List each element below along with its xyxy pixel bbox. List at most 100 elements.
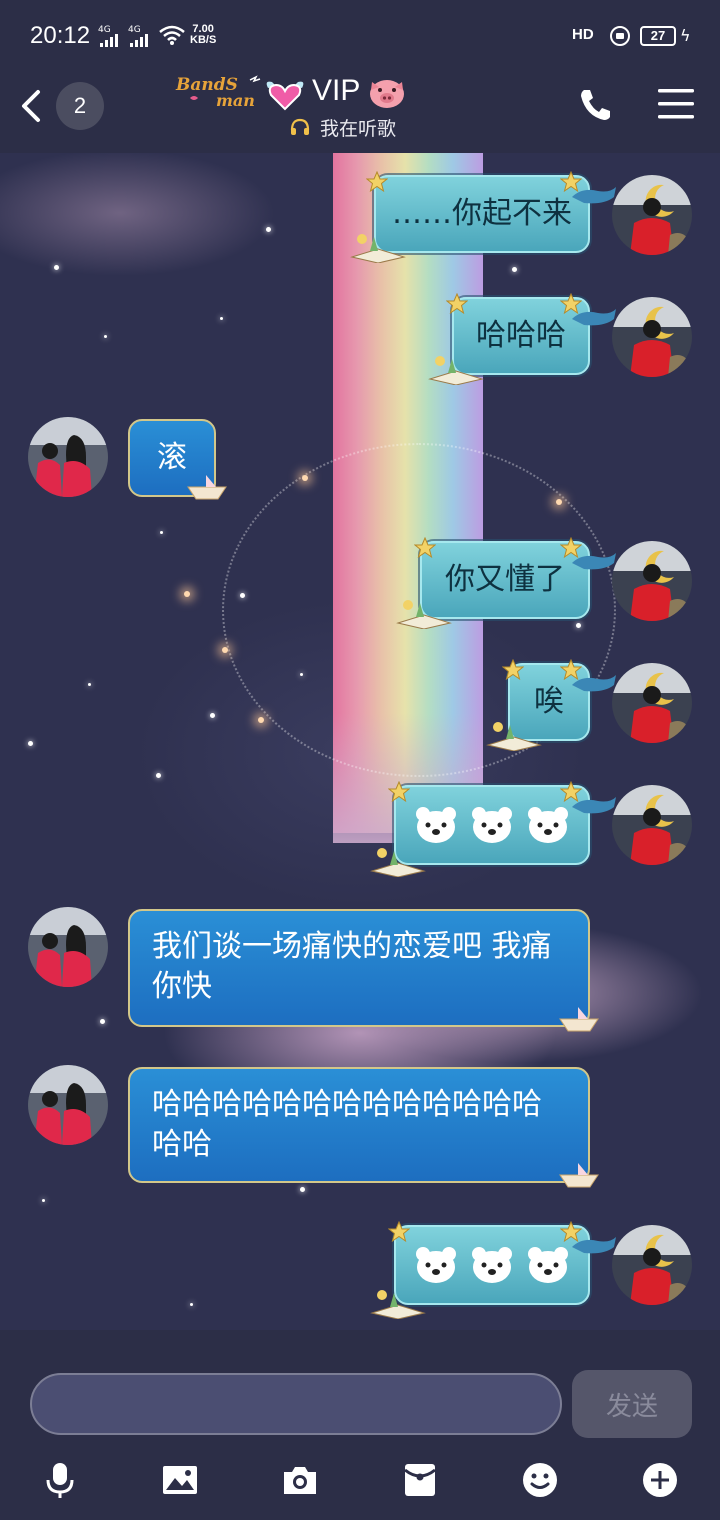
charging-icon: ϟ (680, 26, 691, 45)
star (190, 1303, 193, 1306)
svg-text:man: man (216, 91, 255, 110)
star (104, 335, 107, 338)
my-avatar[interactable] (612, 175, 692, 255)
phone-icon[interactable] (576, 84, 616, 124)
star-decoration-icon (446, 293, 468, 315)
glowing-star (258, 717, 264, 723)
book-decoration-icon (370, 1290, 426, 1319)
paper-boat-decoration-icon (559, 1007, 599, 1032)
chevron-left-icon[interactable] (14, 86, 54, 126)
polar-bear-face-icon (472, 1247, 512, 1283)
red-packet-icon[interactable] (400, 1460, 440, 1500)
avatar-photo (612, 1225, 692, 1305)
glowing-star (222, 647, 228, 653)
send-button[interactable]: 发送 (572, 1370, 692, 1438)
brand-logo: BandS man (175, 75, 261, 110)
message-text-8: 哈哈哈哈哈哈哈哈哈哈哈哈哈哈哈 (152, 1087, 542, 1162)
glowing-star (556, 499, 562, 505)
contact-avatar[interactable] (28, 417, 108, 497)
hd-icon: HD (572, 26, 594, 43)
whale-decoration-icon (572, 553, 616, 570)
avatar-photo (28, 1065, 108, 1145)
net-speed: 7.00 KB/S (190, 24, 216, 46)
book-decoration-icon (350, 234, 406, 263)
book-decoration-icon (486, 722, 542, 751)
whale-decoration-icon (572, 1237, 616, 1254)
listening-status: 我在听歌 (320, 118, 397, 140)
my-avatar[interactable] (612, 1225, 692, 1305)
star (240, 593, 245, 598)
message-text-4: 你又懂了 (445, 562, 565, 597)
my-avatar[interactable] (612, 297, 692, 377)
my-avatar[interactable] (612, 785, 692, 865)
avatar-photo (612, 175, 692, 255)
star-decoration-icon (388, 1221, 410, 1243)
signal-2-icon (130, 34, 148, 47)
book-decoration-icon (428, 356, 484, 385)
paper-boat-decoration-icon (559, 1163, 599, 1188)
my-avatar[interactable] (612, 541, 692, 621)
star (512, 267, 517, 272)
avatar-photo (28, 417, 108, 497)
heart-icon (266, 81, 304, 111)
whale-decoration-icon (572, 675, 616, 692)
star (88, 683, 91, 686)
star (28, 741, 33, 746)
star (220, 317, 223, 320)
headphone-icon (290, 118, 310, 135)
message-bubble-7[interactable]: 我们谈一场痛快的恋爱吧 我痛你快 (128, 909, 590, 1027)
avatar-photo (612, 663, 692, 743)
polar-bear-face-icon (472, 807, 512, 843)
book-decoration-icon (396, 600, 452, 629)
star (100, 1019, 105, 1024)
glowing-star (184, 591, 190, 597)
star (576, 623, 581, 628)
star (300, 1187, 305, 1192)
my-avatar[interactable] (612, 663, 692, 743)
chat-header: 2 BandS man VIP 我在听歌 (0, 70, 720, 153)
star (300, 673, 303, 676)
contact-avatar[interactable] (28, 1065, 108, 1145)
status-time: 20:12 (30, 22, 91, 49)
polar-bear-face-icon (416, 807, 456, 843)
bear-emoji-row (414, 1245, 570, 1285)
star-decoration-icon (366, 171, 388, 193)
star (210, 713, 215, 718)
message-input[interactable] (30, 1373, 562, 1435)
polar-bear-face-icon (528, 1247, 568, 1283)
star-decoration-icon (388, 781, 410, 803)
star-decoration-icon (502, 659, 524, 681)
net-speed-unit: KB/S (190, 34, 217, 46)
star (156, 773, 161, 778)
message-text-3: 滚 (157, 440, 187, 475)
star (54, 265, 59, 270)
message-bubble-8[interactable]: 哈哈哈哈哈哈哈哈哈哈哈哈哈哈哈 (128, 1067, 590, 1183)
star-decoration-icon (414, 537, 436, 559)
image-icon[interactable] (160, 1460, 200, 1500)
message-text-2: 哈哈哈 (476, 318, 566, 353)
polar-bear-face-icon (416, 1247, 456, 1283)
whale-decoration-icon (572, 187, 616, 204)
avatar-photo (612, 297, 692, 377)
wifi-icon (159, 25, 185, 45)
hamburger-menu-icon[interactable] (656, 86, 696, 122)
book-decoration-icon (370, 848, 426, 877)
vip-label: VIP (312, 74, 361, 107)
microphone-icon[interactable] (40, 1460, 80, 1500)
unread-count-badge[interactable]: 2 (56, 82, 104, 130)
star (160, 531, 163, 534)
signal-1-icon (100, 34, 118, 47)
plus-icon[interactable] (640, 1460, 680, 1500)
star (266, 227, 271, 232)
glowing-star (302, 475, 308, 481)
whale-decoration-icon (572, 309, 616, 326)
star (42, 1199, 45, 1202)
camera-icon[interactable] (280, 1460, 320, 1500)
contact-avatar[interactable] (28, 907, 108, 987)
paper-boat-decoration-icon (187, 475, 227, 500)
chat-message-list[interactable]: ……你起不来 哈哈哈 滚 你又懂了 唉 我们谈一场痛快的恋爱吧 我痛你快 哈哈哈… (0, 153, 720, 1330)
status-bar: 20:12 4G 4G 7.00 KB/S HD 27 ϟ (0, 0, 720, 70)
emoji-icon[interactable] (520, 1460, 560, 1500)
rotation-lock-icon (610, 26, 630, 46)
message-text-1: ……你起不来 (392, 196, 572, 231)
